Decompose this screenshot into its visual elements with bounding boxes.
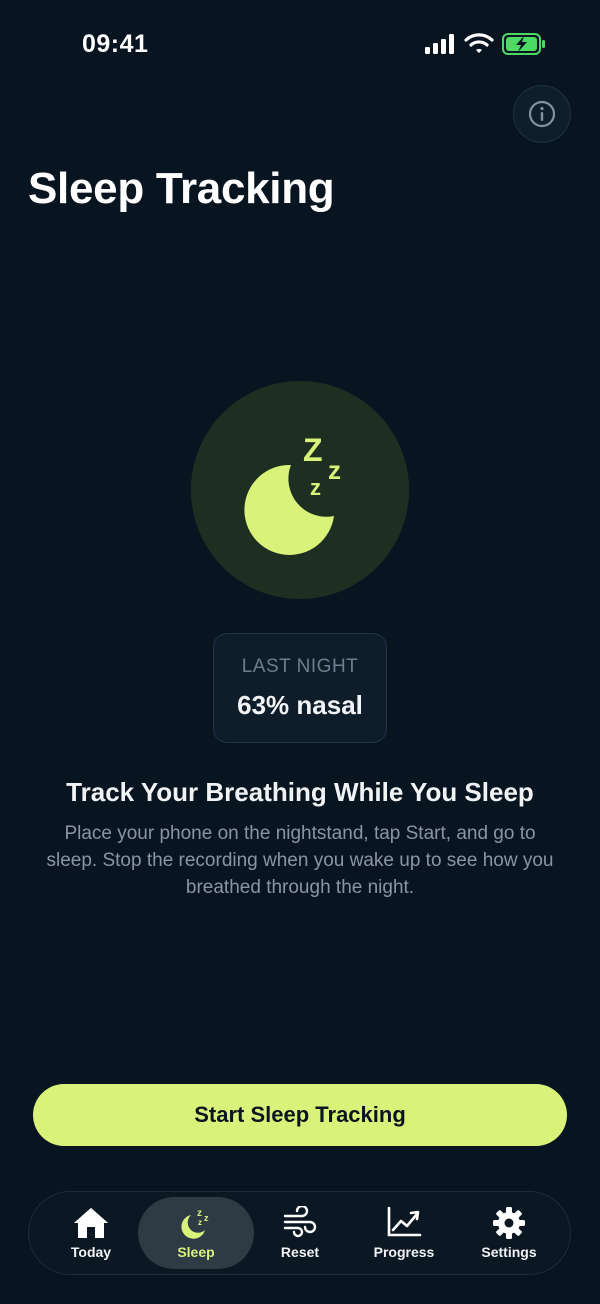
tab-label: Today — [70, 1244, 112, 1260]
wifi-icon — [464, 33, 494, 53]
tab-sleep[interactable]: z z z Sleep — [138, 1197, 254, 1269]
moon-zzz-icon: Z z z — [244, 432, 341, 555]
start-sleep-tracking-button[interactable]: Start Sleep Tracking — [33, 1084, 567, 1146]
section-description: Place your phone on the nightstand, tap … — [46, 823, 554, 898]
svg-text:z: z — [310, 475, 321, 500]
status-bar: 09:41 — [0, 0, 600, 90]
sleep-illustration: Z z z — [191, 381, 409, 599]
cellular-signal-icon — [425, 34, 454, 54]
chart-icon — [387, 1206, 422, 1237]
info-icon — [528, 100, 556, 128]
battery-charging-icon — [502, 33, 545, 55]
info-button[interactable] — [513, 85, 571, 143]
moon-zzz-icon: z z z — [181, 1208, 209, 1239]
tab-today[interactable]: Today — [41, 1192, 141, 1274]
wind-icon — [283, 1206, 317, 1238]
tab-label: Sleep — [177, 1244, 215, 1260]
svg-text:z: z — [204, 1213, 209, 1223]
gear-icon — [493, 1207, 525, 1239]
svg-text:z: z — [198, 1218, 202, 1227]
tab-settings[interactable]: Settings — [459, 1192, 559, 1274]
tab-progress[interactable]: Progress — [354, 1192, 454, 1274]
page-title: Sleep Tracking — [28, 164, 335, 213]
svg-text:Z: Z — [303, 432, 323, 468]
last-night-card: LAST NIGHT 63% nasal — [213, 633, 387, 743]
tab-reset[interactable]: Reset — [250, 1192, 350, 1274]
svg-text:z: z — [328, 455, 341, 485]
section-heading: Track Your Breathing While You Sleep — [66, 777, 534, 807]
tab-label: Progress — [373, 1244, 435, 1260]
tab-label: Settings — [481, 1244, 537, 1260]
tab-label: Reset — [280, 1244, 320, 1260]
tab-bar: Today z z z Sleep Reset Progress Setting… — [28, 1191, 571, 1275]
status-time: 09:41 — [82, 30, 149, 58]
home-icon — [74, 1208, 108, 1238]
last-night-value: 63% nasal — [237, 690, 363, 720]
last-night-label: LAST NIGHT — [241, 656, 359, 677]
